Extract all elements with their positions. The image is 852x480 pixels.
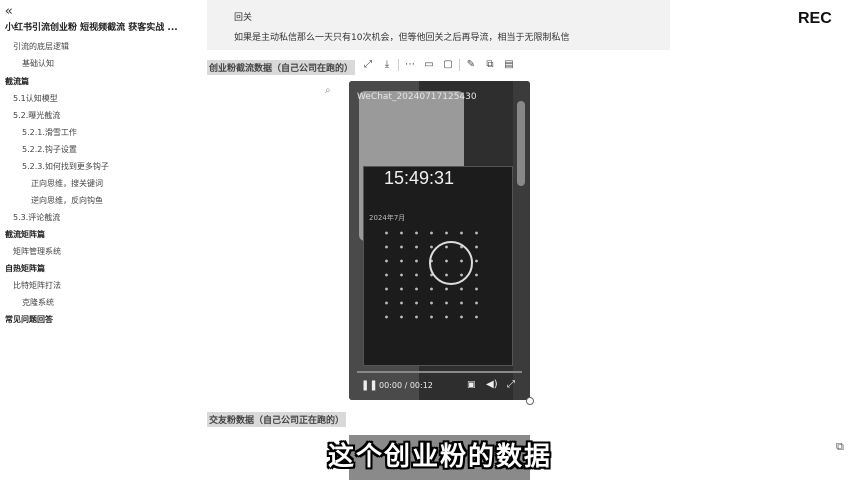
outline-item-faq[interactable]: 常见问题回答 bbox=[5, 314, 53, 325]
picture-in-picture-icon[interactable]: ▣ bbox=[467, 380, 476, 390]
toolbar-divider bbox=[459, 59, 460, 71]
side-widget-icon[interactable]: ⧉ bbox=[836, 440, 844, 454]
note-line-1: 回关 bbox=[234, 13, 253, 23]
link-icon[interactable]: ⧉ bbox=[482, 57, 498, 73]
document-title[interactable]: 小红书引流创业粉 短视频截流 获客实战 ... bbox=[5, 20, 200, 33]
collapse-sidebar-icon[interactable]: « bbox=[5, 4, 13, 19]
video-time: 00:00 / 00:12 bbox=[379, 381, 433, 390]
video-touch-indicator bbox=[429, 241, 473, 285]
video-calendar-month: 2024年7月 bbox=[369, 214, 406, 222]
video-watermark: WeChat_20240717125430 bbox=[357, 92, 477, 102]
outline-item-jieliu[interactable]: 截流篇 bbox=[5, 76, 29, 87]
outline-item-clone[interactable]: 克隆系统 bbox=[22, 297, 54, 308]
outline-item-5-3[interactable]: 5.3.评论截流 bbox=[13, 212, 60, 223]
expand-icon[interactable]: ⤢ bbox=[360, 57, 376, 73]
toolbar-divider bbox=[398, 59, 399, 71]
video-progress-bar[interactable] bbox=[357, 371, 522, 373]
edit-icon[interactable]: ✎ bbox=[463, 57, 479, 73]
outline-item-auto-matrix[interactable]: 自热矩阵篇 bbox=[5, 263, 45, 274]
outline-sidebar: « 小红书引流创业粉 短视频截流 获客实战 ... 引流的底层逻辑 基础认知 截… bbox=[0, 0, 200, 480]
video-controls: ❚❚ 00:00 / 00:12 ▣ ◀) ⤢ bbox=[349, 377, 530, 397]
outline-item-forward[interactable]: 正向思维，搜关键词 bbox=[31, 178, 103, 189]
note-line-2: 如果是主动私信那么一天只有10次机会，但等他回关之后再导流，相当于无限制私信 bbox=[234, 33, 570, 43]
pause-icon[interactable]: ❚❚ bbox=[361, 380, 378, 391]
resize-handle[interactable] bbox=[526, 397, 534, 405]
outline-item-5-2-1[interactable]: 5.2.1.滑雪工作 bbox=[22, 127, 77, 138]
rec-indicator: REC bbox=[798, 10, 832, 27]
outline-item-reverse[interactable]: 逆向思维，反向钩鱼 bbox=[31, 195, 103, 206]
download-icon[interactable]: ⤓ bbox=[379, 57, 395, 73]
volume-icon[interactable]: ◀) bbox=[486, 379, 498, 390]
outline-item-5-2[interactable]: 5.2.曝光截流 bbox=[13, 110, 60, 121]
fullscreen-icon[interactable]: ⤢ bbox=[507, 379, 515, 390]
card-view-icon[interactable]: ▭ bbox=[421, 57, 437, 73]
outline-item-logic[interactable]: 引流的底层逻辑 bbox=[13, 41, 69, 52]
outline-item-5-1[interactable]: 5.1认知模型 bbox=[13, 93, 58, 104]
video-frame-scroll bbox=[517, 101, 525, 186]
preview-icon[interactable]: ▢ bbox=[440, 57, 456, 73]
page: « 小红书引流创业粉 短视频截流 获客实战 ... 引流的底层逻辑 基础认知 截… bbox=[0, 0, 852, 480]
video-subtitle: 这个创业粉的数据 bbox=[327, 442, 552, 472]
outline-item-matrix[interactable]: 截流矩阵篇 bbox=[5, 229, 45, 240]
video-player[interactable]: WeChat_20240717125430 15:49:31 2024年7月 ❚… bbox=[349, 81, 530, 400]
media-toolbar: ⤢ ⤓ ⋯ ▭ ▢ ✎ ⧉ ▤ bbox=[360, 57, 520, 73]
video-clock: 15:49:31 bbox=[384, 168, 455, 188]
more-icon[interactable]: ⋯ bbox=[402, 57, 418, 73]
outline-item-basics[interactable]: 基础认知 bbox=[22, 58, 54, 69]
outline-item-5-2-3[interactable]: 5.2.3.如何找到更多钩子 bbox=[22, 161, 109, 172]
outline-item-matrix-system[interactable]: 矩阵管理系统 bbox=[13, 246, 61, 257]
outline-item-bit-matrix[interactable]: 比特矩阵打法 bbox=[13, 280, 61, 291]
section-heading-startup-fans: 创业粉截流数据（自己公司在跑的） bbox=[207, 60, 356, 75]
outline-item-5-2-2[interactable]: 5.2.2.钩子设置 bbox=[22, 144, 77, 155]
section-heading-dating-fans: 交友粉数据（自己公司正在跑的） bbox=[207, 412, 347, 427]
paperclip-icon[interactable]: ⌕ bbox=[325, 85, 331, 96]
comment-icon[interactable]: ▤ bbox=[501, 57, 517, 73]
